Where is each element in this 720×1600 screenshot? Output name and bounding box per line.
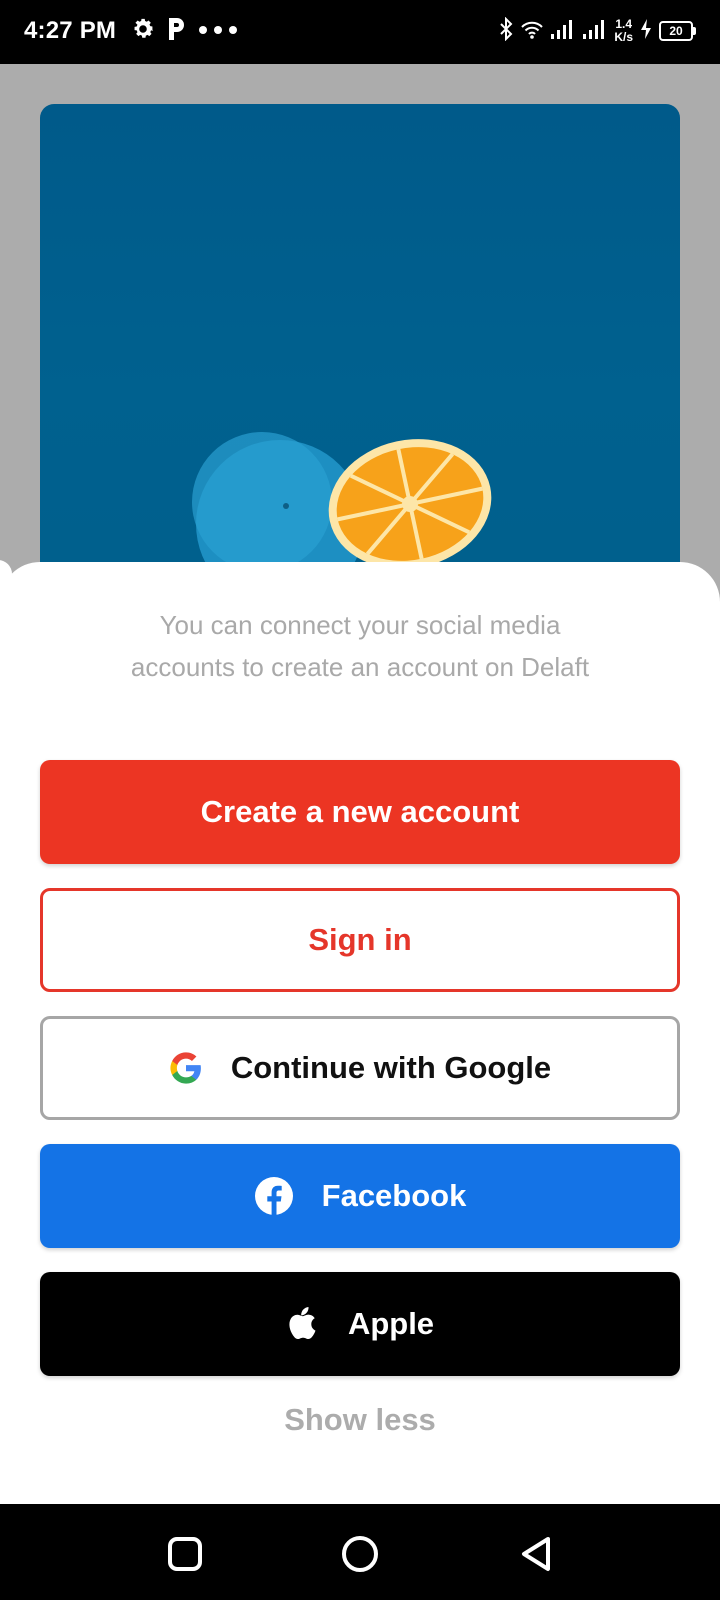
back-button[interactable] — [514, 1532, 558, 1576]
facebook-label: Facebook — [321, 1178, 467, 1213]
network-speed-unit: K/s — [614, 30, 633, 44]
home-circle-icon — [342, 1536, 378, 1572]
signal-icon — [582, 18, 608, 45]
battery-level: 20 — [659, 21, 693, 41]
status-time: 4:27 PM — [24, 17, 117, 44]
status-right-icons: 1.4 K/s 20 — [498, 14, 696, 48]
more-dots-icon — [198, 22, 238, 40]
facebook-button[interactable]: Facebook — [40, 1144, 680, 1248]
apple-icon — [286, 1305, 320, 1343]
battery-tip — [693, 27, 696, 35]
signal-icon — [550, 18, 576, 45]
show-less-link[interactable]: Show less — [0, 1402, 720, 1438]
sign-in-label: Sign in — [308, 922, 412, 957]
google-label: Continue with Google — [230, 1050, 552, 1085]
apple-label: Apple — [347, 1306, 435, 1341]
gear-icon — [130, 16, 156, 47]
orange-fruit-image — [192, 432, 492, 608]
hero-image — [40, 104, 680, 624]
create-account-label: Create a new account — [200, 794, 520, 829]
create-account-button[interactable]: Create a new account — [40, 760, 680, 864]
network-speed: 1.4 K/s — [614, 18, 633, 44]
navigation-bar — [0, 1504, 720, 1600]
google-icon — [169, 1051, 203, 1085]
charging-icon — [639, 18, 653, 45]
home-button[interactable] — [338, 1532, 382, 1576]
sign-in-button[interactable]: Sign in — [40, 888, 680, 992]
continue-with-google-button[interactable]: Continue with Google — [40, 1016, 680, 1120]
sheet-description: You can connect your social media accoun… — [130, 610, 590, 682]
bluetooth-icon — [498, 16, 514, 46]
facebook-icon — [254, 1176, 294, 1216]
recents-square-icon — [168, 1537, 202, 1571]
p-app-icon — [166, 16, 188, 47]
battery-indicator: 20 — [659, 21, 696, 41]
recents-button[interactable] — [163, 1532, 207, 1576]
status-bar: 4:27 PM 1.4 K/s 20 — [0, 0, 720, 64]
apple-button[interactable]: Apple — [40, 1272, 680, 1376]
back-triangle-icon — [522, 1537, 550, 1571]
bottom-sheet: You can connect your social media accoun… — [0, 562, 720, 1504]
status-left-icons — [130, 16, 238, 46]
wifi-icon — [520, 19, 544, 44]
